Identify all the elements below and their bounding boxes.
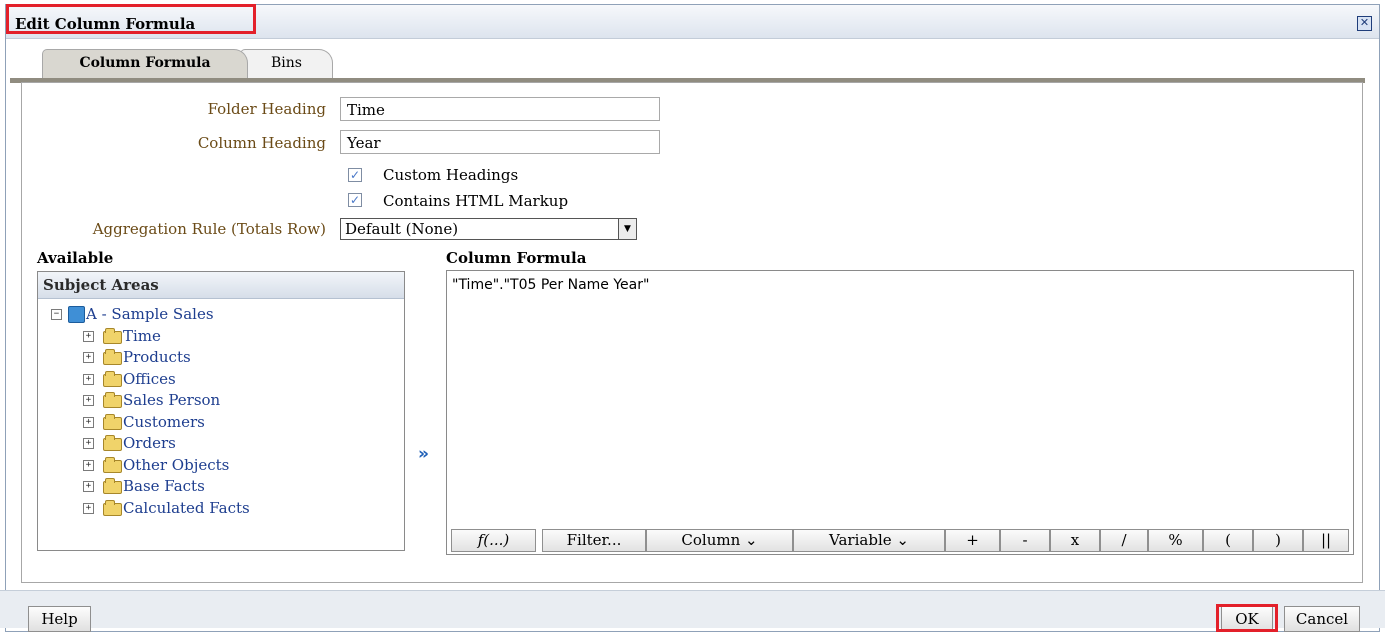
tree-item-label[interactable]: Calculated Facts: [123, 499, 250, 519]
expand-icon[interactable]: +: [83, 460, 94, 471]
subject-area-icon: [68, 306, 85, 323]
expand-icon[interactable]: +: [83, 481, 94, 492]
folder-icon: [103, 500, 122, 516]
multiply-button[interactable]: x: [1050, 529, 1100, 552]
percent-button[interactable]: %: [1148, 529, 1203, 552]
title-highlight-box: [6, 4, 256, 34]
folder-icon: [103, 435, 122, 451]
function-button[interactable]: f(...): [451, 529, 536, 552]
custom-headings-checkbox[interactable]: ✓: [348, 168, 362, 182]
open-paren-button[interactable]: (: [1203, 529, 1253, 552]
folder-icon: [103, 457, 122, 473]
move-right-icon[interactable]: »: [418, 444, 429, 464]
aggregation-rule-select[interactable]: Default (None) ▼: [340, 218, 637, 240]
column-heading-input[interactable]: Year: [340, 130, 660, 154]
dialog-footer: [0, 591, 1385, 628]
folder-icon: [103, 328, 122, 344]
tab-column-formula[interactable]: Column Formula: [42, 49, 248, 78]
folder-heading-input[interactable]: Time: [340, 97, 660, 121]
expand-icon[interactable]: +: [83, 438, 94, 449]
folder-icon: [103, 349, 122, 365]
tree-root-label[interactable]: A - Sample Sales: [86, 305, 214, 325]
tab-bins[interactable]: Bins: [240, 49, 333, 78]
expand-icon[interactable]: +: [83, 417, 94, 428]
minus-button[interactable]: -: [1000, 529, 1050, 552]
cancel-button[interactable]: Cancel: [1284, 606, 1360, 632]
expand-icon[interactable]: +: [83, 374, 94, 385]
ok-highlight-box: [1216, 604, 1278, 632]
column-heading-label: Column Heading: [197, 134, 326, 152]
close-icon[interactable]: ✕: [1357, 16, 1372, 31]
tree-item-label[interactable]: Base Facts: [123, 477, 205, 497]
folder-heading-label: Folder Heading: [207, 100, 326, 118]
subject-areas-header: Subject Areas: [38, 272, 404, 299]
aggregation-rule-value: Default (None): [345, 220, 459, 238]
html-markup-checkbox[interactable]: ✓: [348, 193, 362, 207]
tree-item-label[interactable]: Sales Person: [123, 391, 220, 411]
folder-icon: [103, 371, 122, 387]
expand-icon[interactable]: +: [83, 395, 94, 406]
expand-icon[interactable]: +: [83, 352, 94, 363]
tree-item-label[interactable]: Products: [123, 348, 191, 368]
close-paren-button[interactable]: ): [1253, 529, 1303, 552]
tree-item-label[interactable]: Orders: [123, 434, 176, 454]
plus-button[interactable]: +: [945, 529, 1000, 552]
divide-button[interactable]: /: [1100, 529, 1148, 552]
custom-headings-label: Custom Headings: [383, 166, 519, 184]
help-button[interactable]: Help: [28, 606, 91, 632]
column-formula-label: Column Formula: [446, 249, 587, 267]
aggregation-rule-label: Aggregation Rule (Totals Row): [92, 220, 326, 238]
tab-strip: Bins Column Formula: [10, 46, 1365, 83]
expand-icon[interactable]: +: [83, 331, 94, 342]
html-markup-label: Contains HTML Markup: [383, 192, 569, 210]
folder-icon: [103, 414, 122, 430]
collapse-icon[interactable]: −: [51, 309, 62, 320]
tree-item-label[interactable]: Other Objects: [123, 456, 229, 476]
tree-item-label[interactable]: Customers: [123, 413, 205, 433]
column-formula-editor[interactable]: "Time"."T05 Per Name Year" f(...) Filter…: [446, 270, 1354, 555]
folder-icon: [103, 392, 122, 408]
expand-icon[interactable]: +: [83, 503, 94, 514]
column-dropdown-button[interactable]: Column ⌄: [646, 529, 793, 552]
concat-button[interactable]: ||: [1303, 529, 1349, 552]
chevron-down-icon[interactable]: ▼: [618, 219, 636, 239]
available-label: Available: [37, 249, 114, 267]
folder-icon: [103, 478, 122, 494]
formula-text[interactable]: "Time"."T05 Per Name Year": [452, 277, 649, 293]
filter-button[interactable]: Filter...: [542, 529, 646, 552]
tree-item-label[interactable]: Offices: [123, 370, 176, 390]
variable-dropdown-button[interactable]: Variable ⌄: [793, 529, 945, 552]
tree-item-label[interactable]: Time: [123, 327, 161, 347]
